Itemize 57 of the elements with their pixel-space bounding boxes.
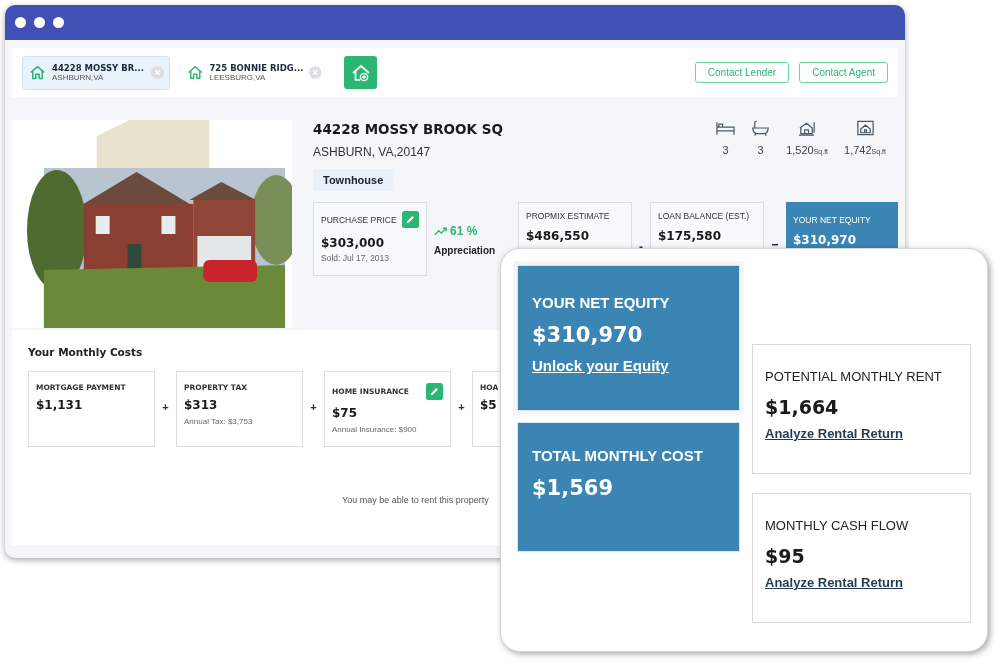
tile-label: POTENTIAL MONTHLY RENT (765, 369, 943, 384)
card-value: $303,000 (321, 236, 385, 250)
edit-icon[interactable] (426, 383, 443, 400)
operator-sign: + (458, 401, 465, 413)
tile-value: $95 (765, 545, 806, 567)
card-value: $486,550 (526, 229, 590, 243)
tile-value: $1,664 (765, 396, 840, 418)
close-icon[interactable] (309, 66, 322, 79)
rent-note: You may be able to rent this property (342, 495, 489, 505)
card-value: $175,580 (658, 229, 722, 243)
property-title: 44228 MOSSY BROOK SQ (313, 121, 503, 137)
section-title: Your Monthly Costs (28, 346, 144, 358)
card-label: PURCHASE PRICE (321, 214, 397, 225)
card-note: Annual Insurance: $900 (332, 425, 418, 434)
card-value: $5 (480, 398, 498, 412)
appreciation-percent: 61 % (450, 224, 478, 238)
card-label: LOAN BALANCE (EST.) (658, 211, 750, 221)
tile-value: $1,569 (532, 476, 615, 500)
card-value: $75 (332, 406, 359, 420)
operator-sign: - (639, 240, 643, 254)
house-icon (187, 64, 204, 81)
window-dot (15, 17, 26, 28)
property-address: ASHBURN, VA,20147 (313, 145, 432, 159)
window-dot (34, 17, 45, 28)
property-type-tag: Townhouse (313, 169, 394, 191)
card-value: $1,131 (36, 398, 84, 412)
appreciation-label: Appreciation (434, 245, 497, 256)
house-plus-icon (350, 62, 371, 83)
bathtub-icon (751, 120, 771, 136)
feature-value: 3 (722, 144, 729, 156)
card-value: $310,970 (793, 233, 857, 247)
trending-up-icon (434, 226, 447, 236)
window-dot (53, 17, 64, 28)
unlock-equity-link[interactable]: Unlock your Equity (532, 357, 669, 374)
card-label: YOUR NET EQUITY (793, 215, 872, 225)
tile-value: $310,970 (532, 323, 644, 347)
tile-label: TOTAL MONTHLY COST (532, 447, 704, 464)
analyze-rental-link[interactable]: Analyze Rental Return (765, 426, 903, 441)
floor-plan-icon (855, 120, 875, 136)
card-value: $313 (184, 398, 219, 412)
tile-label: YOUR NET EQUITY (532, 294, 671, 311)
house-area-icon (797, 120, 817, 136)
analyze-rental-link[interactable]: Analyze Rental Return (765, 575, 903, 590)
bed-icon (716, 120, 736, 136)
tile-label: MONTHLY CASH FLOW (765, 518, 910, 533)
operator-sign: + (162, 401, 169, 413)
add-property-button[interactable] (344, 56, 377, 89)
house-icon (29, 64, 46, 81)
card-note: Annual Tax: $3,753 (184, 417, 254, 426)
close-icon[interactable] (151, 66, 164, 79)
edit-icon[interactable] (402, 211, 419, 228)
property-tab[interactable]: 725 BONNIE RIDG... LEESBURG,VA (180, 55, 328, 90)
operator-sign: + (310, 401, 317, 413)
feature-value: 3 (757, 144, 764, 156)
property-tab[interactable]: 44228 MOSSY BR... ASHBURN,VA (22, 55, 170, 90)
card-label: PROPMIX ESTIMATE (526, 211, 610, 221)
card-note: Sold: Jul 17, 2013 (321, 253, 391, 263)
